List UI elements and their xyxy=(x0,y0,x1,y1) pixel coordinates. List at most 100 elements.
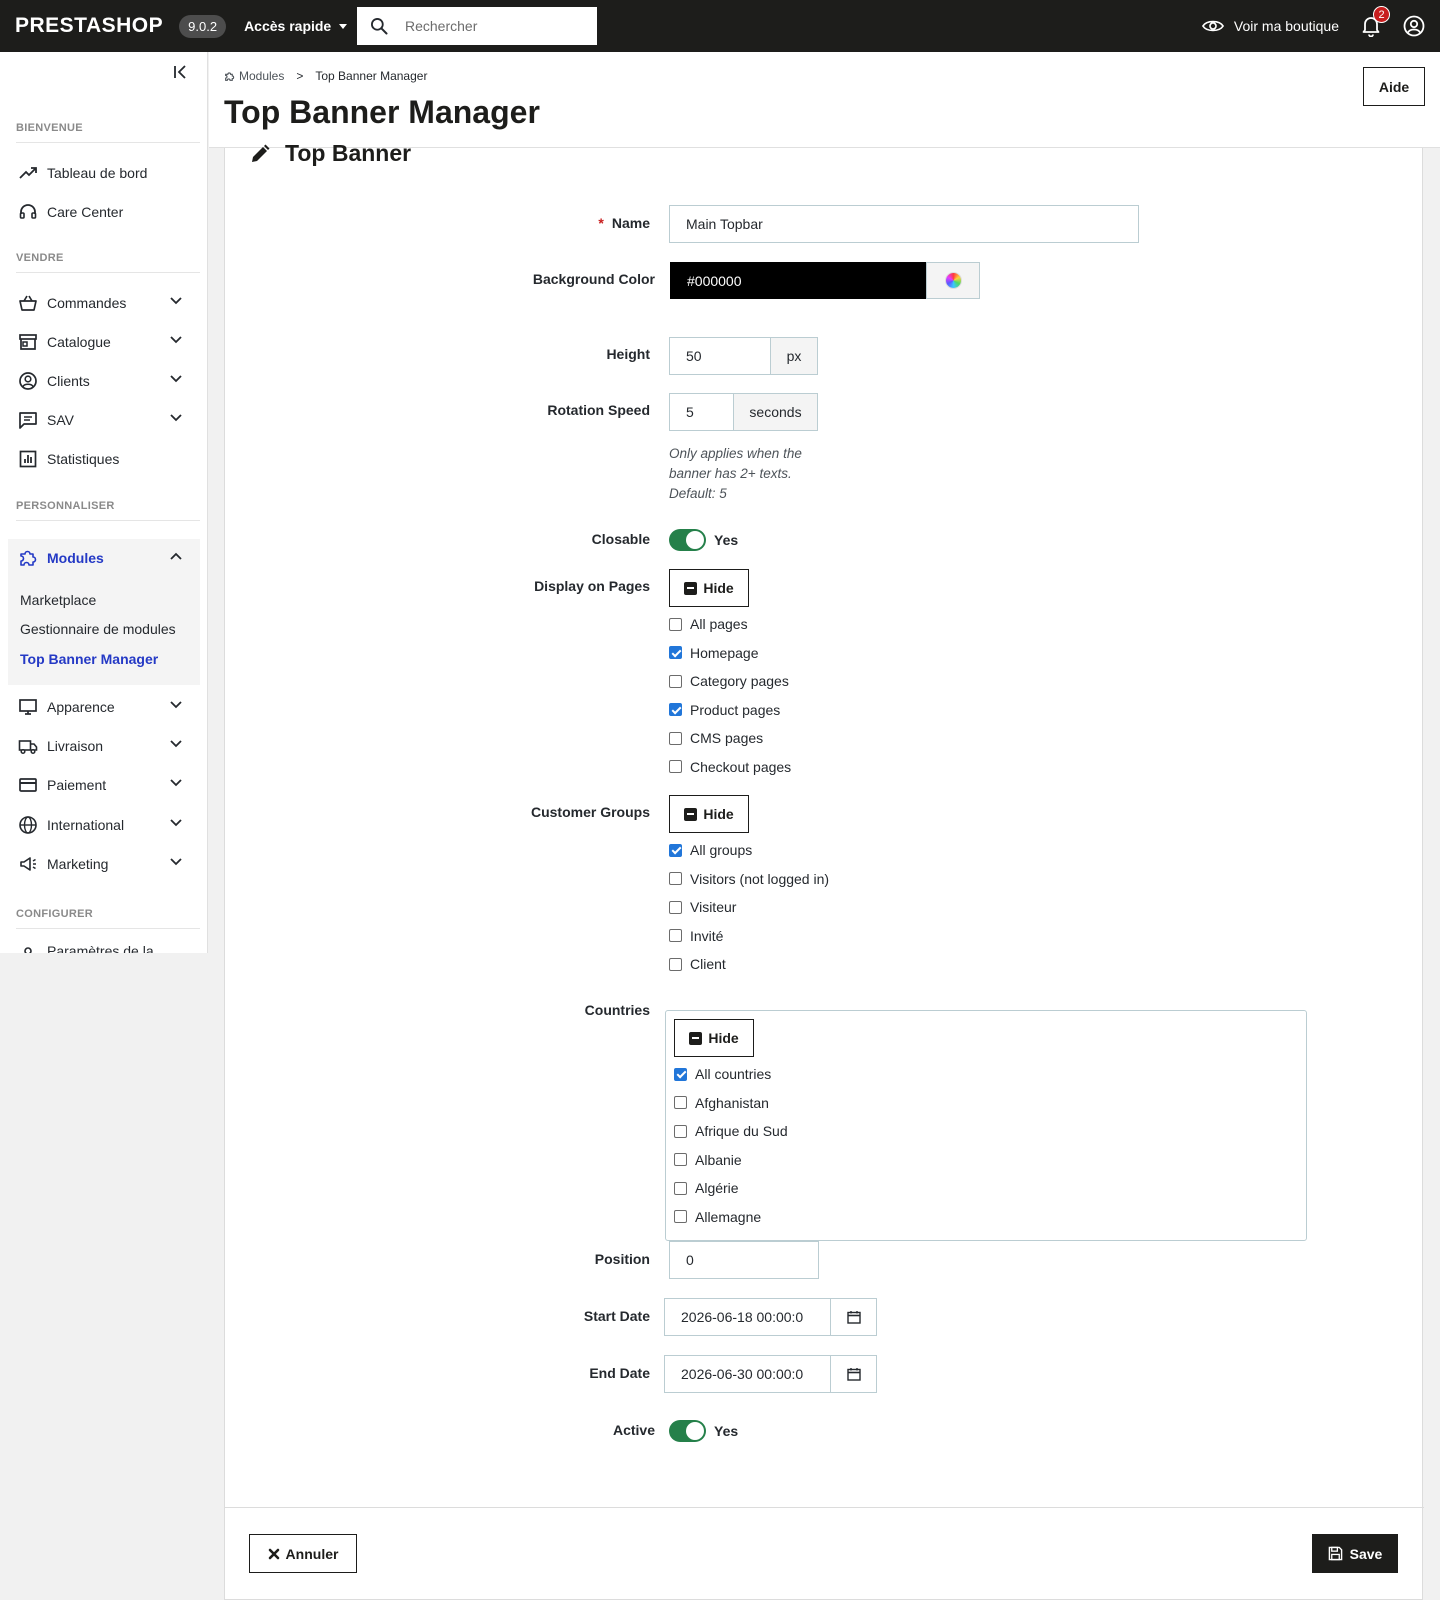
checkbox-icon[interactable] xyxy=(674,1124,687,1138)
save-icon xyxy=(1328,1546,1342,1561)
country-option[interactable]: Albanie xyxy=(674,1152,742,1168)
breadcrumb-modules-link[interactable]: Modules xyxy=(239,69,284,83)
sidebar-item-customers[interactable]: Clients xyxy=(8,362,200,400)
checkbox-icon[interactable] xyxy=(669,900,682,914)
display-page-option[interactable]: Product pages xyxy=(669,702,780,718)
cancel-button[interactable]: Annuler xyxy=(249,1534,357,1573)
display-page-option-label: Homepage xyxy=(690,644,759,661)
country-option[interactable]: Allemagne xyxy=(674,1209,761,1225)
checkbox-icon[interactable] xyxy=(669,617,682,631)
customer-group-option[interactable]: All groups xyxy=(669,842,752,858)
end-date-calendar-button[interactable] xyxy=(830,1355,877,1393)
background-color-label: Background Color xyxy=(532,271,655,287)
card-footer-divider xyxy=(225,1507,1424,1508)
customer-group-option[interactable]: Visitors (not logged in) xyxy=(669,871,829,887)
sidebar-subitem-module-manager[interactable]: Gestionnaire de modules xyxy=(20,621,176,637)
display-pages-hide-button[interactable]: Hide xyxy=(669,569,749,607)
collapse-sidebar-button[interactable] xyxy=(172,64,188,83)
sidebar-item-stats[interactable]: Statistiques xyxy=(8,440,200,478)
help-button[interactable]: Aide xyxy=(1363,67,1425,106)
country-option[interactable]: Afrique du Sud xyxy=(674,1123,788,1139)
checkbox-checked-icon[interactable] xyxy=(669,646,682,659)
sidebar-item-sav[interactable]: SAV xyxy=(8,401,200,439)
country-option[interactable]: All countries xyxy=(674,1066,771,1082)
sidebar-subitem-marketplace[interactable]: Marketplace xyxy=(20,592,96,608)
minus-square-icon xyxy=(684,807,698,821)
sidebar: BIENVENUE Tableau de bord Care Center VE… xyxy=(0,52,208,953)
rotation-speed-input[interactable] xyxy=(669,393,734,431)
sidebar-item-shop-parameters[interactable]: Paramètres de la xyxy=(8,932,200,953)
save-button[interactable]: Save xyxy=(1312,1534,1398,1573)
display-page-option[interactable]: Category pages xyxy=(669,673,789,689)
height-input[interactable] xyxy=(669,337,771,375)
display-pages-label: Display on Pages xyxy=(534,578,650,594)
sidebar-item-care-center[interactable]: Care Center xyxy=(8,193,200,231)
display-page-option[interactable]: CMS pages xyxy=(669,730,763,746)
checkbox-icon[interactable] xyxy=(674,1181,687,1195)
notifications-button[interactable]: 2 xyxy=(1361,6,1390,37)
countries-panel[interactable]: Hide All countries Afghanistan Afrique du … xyxy=(665,1010,1307,1241)
modules-menu-group: Modules Marketplace Gestionnaire de modu… xyxy=(8,539,200,685)
customer-group-option[interactable]: Invité xyxy=(669,928,723,944)
display-page-option[interactable]: Homepage xyxy=(669,645,759,661)
view-shop-label: Voir ma boutique xyxy=(1233,18,1339,34)
sidebar-item-payment[interactable]: Paiement xyxy=(8,766,200,804)
display-page-option[interactable]: Checkout pages xyxy=(669,759,791,775)
closable-toggle[interactable] xyxy=(669,529,706,551)
sidebar-item-marketing[interactable]: Marketing xyxy=(8,845,200,883)
countries-hide-button[interactable]: Hide xyxy=(674,1019,754,1057)
sidebar-item-dashboard[interactable]: Tableau de bord xyxy=(8,154,200,192)
checkbox-icon[interactable] xyxy=(674,1210,687,1223)
customer-group-option-label: All groups xyxy=(690,842,753,858)
start-date-input[interactable] xyxy=(664,1298,831,1336)
position-input[interactable] xyxy=(669,1241,819,1279)
start-date-calendar-button[interactable] xyxy=(830,1298,877,1336)
name-input[interactable] xyxy=(669,205,1139,243)
prestashop-logo[interactable]: PRESTASHOP xyxy=(15,14,163,38)
megaphone-icon xyxy=(20,857,36,871)
account-circle-icon xyxy=(19,372,37,390)
help-line: Default: 5 xyxy=(669,486,727,501)
chevron-down-icon xyxy=(170,858,182,866)
customer-groups-hide-button[interactable]: Hide xyxy=(669,795,749,833)
chevron-down-icon xyxy=(170,336,182,344)
search-input[interactable] xyxy=(405,18,575,34)
customer-group-option[interactable]: Client xyxy=(669,956,726,972)
country-option[interactable]: Afghanistan xyxy=(674,1095,769,1111)
end-date-input[interactable] xyxy=(664,1355,831,1393)
checkbox-icon[interactable] xyxy=(674,1096,687,1109)
sidebar-item-modules[interactable]: Modules xyxy=(8,539,200,577)
checkbox-icon[interactable] xyxy=(669,929,682,942)
display-page-option-label: Checkout pages xyxy=(690,758,792,775)
checkbox-icon[interactable] xyxy=(669,957,682,971)
checkbox-icon[interactable] xyxy=(669,872,682,885)
sidebar-item-orders[interactable]: Commandes xyxy=(8,284,200,322)
notification-count-badge: 2 xyxy=(1373,6,1390,23)
view-shop-link[interactable]: Voir ma boutique xyxy=(1201,18,1339,34)
checkbox-icon[interactable] xyxy=(669,731,682,745)
checkbox-checked-icon[interactable] xyxy=(674,1067,687,1081)
color-picker-button[interactable] xyxy=(926,262,980,299)
sidebar-item-international[interactable]: International xyxy=(8,806,200,844)
sidebar-item-appearance[interactable]: Apparence xyxy=(8,688,200,726)
checkbox-icon[interactable] xyxy=(669,760,682,773)
checkbox-icon[interactable] xyxy=(669,674,682,688)
header-actions: Voir ma boutique 2 xyxy=(1201,0,1425,52)
checkbox-checked-icon[interactable] xyxy=(669,843,682,857)
sidebar-item-catalog[interactable]: Catalogue xyxy=(8,323,200,361)
customer-group-option[interactable]: Visiteur xyxy=(669,899,736,915)
background-color-input[interactable]: #000000 xyxy=(670,262,926,299)
hide-label: Hide xyxy=(703,806,734,822)
account-button[interactable] xyxy=(1403,15,1425,37)
checkbox-icon[interactable] xyxy=(674,1153,687,1166)
quick-access-dropdown[interactable]: Accès rapide xyxy=(244,18,348,34)
section-welcome: BIENVENUE xyxy=(16,122,200,143)
active-toggle[interactable] xyxy=(669,1420,706,1442)
country-option[interactable]: Algérie xyxy=(674,1180,739,1196)
cancel-label: Annuler xyxy=(285,1545,339,1562)
sidebar-item-shipping[interactable]: Livraison xyxy=(8,727,200,765)
search-icon[interactable] xyxy=(369,16,389,36)
sidebar-subitem-top-banner[interactable]: Top Banner Manager xyxy=(20,651,158,667)
checkbox-checked-icon[interactable] xyxy=(669,703,682,716)
display-page-option[interactable]: All pages xyxy=(669,616,748,632)
